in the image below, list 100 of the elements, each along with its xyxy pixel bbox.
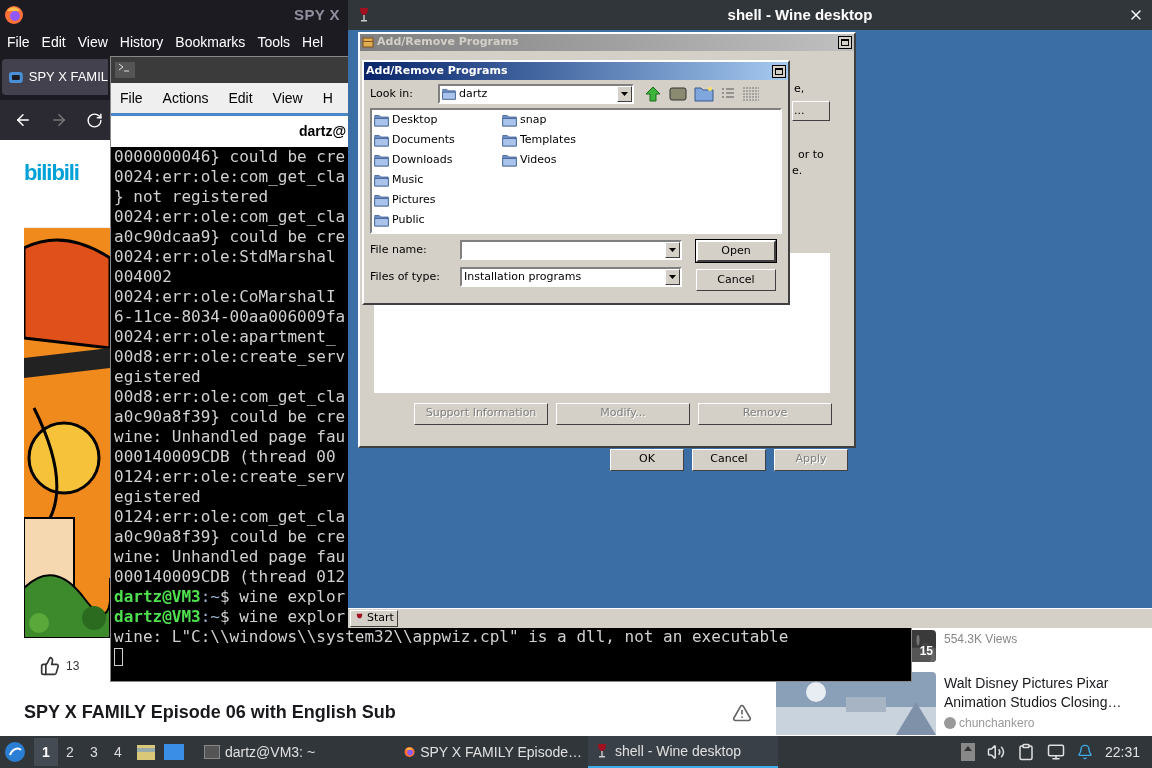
task-button[interactable]: dartz@VM3: ~ [198, 736, 398, 768]
text-cursor [114, 648, 123, 666]
menu-item[interactable]: File [7, 31, 30, 53]
dialog-button[interactable]: Cancel [696, 269, 776, 291]
file-name-field[interactable] [460, 240, 682, 260]
related-video-title[interactable]: Walt Disney Pictures Pixar Animation Studios Closing… [944, 674, 1144, 712]
folder-item[interactable]: Public [374, 212, 502, 229]
view-count: 554.3K Views [944, 631, 1018, 648]
forward-icon[interactable] [50, 111, 68, 129]
folder-item[interactable]: snap [502, 112, 630, 129]
dialog-button[interactable]: ... [792, 101, 830, 121]
menu-item[interactable]: Edit [228, 87, 253, 109]
terminal-command: $ wine explor [219, 607, 346, 627]
terminal-line: 0000000046} could be cre [114, 147, 346, 167]
task-button[interactable]: shell - Wine desktop [588, 736, 778, 768]
terminal-line: 0024:err:ole:apartment_ [114, 327, 336, 347]
folder-icon [374, 194, 389, 207]
workspace-button[interactable]: 2 [58, 738, 82, 766]
maximize-button[interactable] [772, 64, 786, 78]
terminal-line: } not registered [114, 187, 269, 207]
terminal-line: 000140009CDB (thread 012 [114, 567, 346, 587]
folder-item[interactable]: Pictures [374, 192, 502, 209]
field-label: Look in: [370, 85, 414, 102]
notification-icon[interactable] [1076, 744, 1093, 760]
instruction-text: or to [798, 149, 825, 161]
folder-item[interactable]: Videos [502, 152, 630, 169]
instruction-text: e. [792, 165, 804, 177]
menu-item[interactable]: Bookmarks [175, 31, 246, 53]
terminal-line: wine: Unhandled page fau [114, 547, 346, 567]
clock: 22:31 [1104, 742, 1140, 762]
menu-item[interactable]: Tools [257, 31, 291, 53]
menu-item[interactable]: File [120, 87, 143, 109]
folder-icon [374, 174, 389, 187]
terminal-line: 6-11ce-8034-00aa006009fa [114, 307, 346, 327]
menu-item[interactable]: View [77, 31, 108, 53]
terminal-line: 0024:err:ole:StdMarshal [114, 247, 336, 267]
dropdown-arrow-icon [669, 275, 676, 279]
dialog-title: Add/Remove Programs [366, 62, 508, 79]
dropdown-arrow-icon [669, 248, 676, 252]
menu-item[interactable]: Hel [302, 31, 324, 53]
folder-icon [374, 154, 389, 167]
scroll-indicator-icon[interactable] [960, 743, 975, 761]
wine-glass-icon [354, 613, 365, 624]
firefox-icon [4, 5, 24, 25]
menu-item[interactable]: History [119, 31, 164, 53]
menu-item[interactable]: Actions [162, 87, 209, 109]
field-label: Files of type: [370, 268, 441, 285]
dialog-button[interactable]: OK [610, 448, 684, 471]
file-list[interactable]: Desktop Documents Downloads Music Pictures Public snap Templates Videos [370, 108, 782, 234]
terminal-line: egistered [114, 487, 201, 507]
look-in-dropdown[interactable]: dartz [438, 84, 634, 104]
terminal-line: 004002 [114, 267, 172, 287]
menu-item[interactable]: H [322, 87, 333, 109]
clipboard-icon[interactable] [1016, 743, 1035, 761]
file-manager-icon[interactable] [136, 743, 156, 761]
menu-item[interactable]: View [272, 87, 303, 109]
task-button[interactable]: SPY X FAMILY Episode… [398, 736, 588, 768]
prompt-path: :~ [200, 607, 220, 627]
start-menu-icon[interactable] [4, 741, 26, 763]
terminal-line: a0c90a8f39} could be cre [114, 407, 346, 427]
folder-item[interactable]: Templates [502, 132, 630, 149]
folder-item[interactable]: Downloads [374, 152, 502, 169]
menu-item[interactable]: Edit [41, 31, 66, 53]
instruction-text: e, [794, 80, 806, 97]
avatar [944, 717, 956, 729]
terminal-line: 0024:err:ole:com_get_cla [114, 167, 346, 187]
terminal-line: 0024:err:ole:com_get_cla [114, 207, 346, 227]
like-icon[interactable] [40, 656, 60, 676]
terminal-line: wine: Unhandled page fau [114, 427, 346, 447]
terminal-line: a0c90dcaa9} could be cre [114, 227, 346, 247]
reload-icon[interactable] [86, 111, 103, 129]
dialog-button[interactable]: Cancel [692, 448, 766, 471]
file-type-dropdown[interactable]: Installation programs [460, 267, 682, 287]
terminal-line: 0024:err:ole:CoMarshalI [114, 287, 336, 307]
video-title: SPY X FAMILY Episode 06 with English Sub [24, 701, 396, 724]
new-folder-icon[interactable] [694, 85, 714, 103]
field-label: File name: [370, 241, 428, 258]
folder-icon [502, 114, 517, 127]
window-title: shell - Wine desktop [727, 4, 873, 25]
volume-icon[interactable] [986, 743, 1005, 761]
dialog-title: Add/Remove Programs [377, 34, 519, 50]
back-icon[interactable] [14, 111, 32, 129]
folder-icon [502, 134, 517, 147]
workspace-button[interactable]: 4 [106, 738, 130, 766]
up-folder-icon[interactable] [644, 85, 662, 103]
start-button[interactable]: Start [350, 610, 398, 627]
terminal-line: egistered [114, 367, 201, 387]
folder-item[interactable]: Desktop [374, 112, 502, 129]
workspace-button[interactable]: 3 [82, 738, 106, 766]
folder-item[interactable]: Documents [374, 132, 502, 149]
prompt-user: dartz@VM3 [114, 607, 201, 627]
terminal-line: 00d8:err:ole:com_get_cla [114, 387, 346, 407]
dialog-button[interactable]: Open [696, 240, 776, 262]
tv-icon [8, 69, 24, 85]
maximize-button[interactable] [838, 35, 852, 49]
warning-icon[interactable] [732, 702, 752, 723]
workspace-button[interactable]: 1 [34, 738, 58, 766]
network-icon[interactable] [1046, 743, 1065, 761]
folder-item[interactable]: Music [374, 172, 502, 189]
browser-tab[interactable]: SPY X FAMIL [2, 59, 108, 95]
